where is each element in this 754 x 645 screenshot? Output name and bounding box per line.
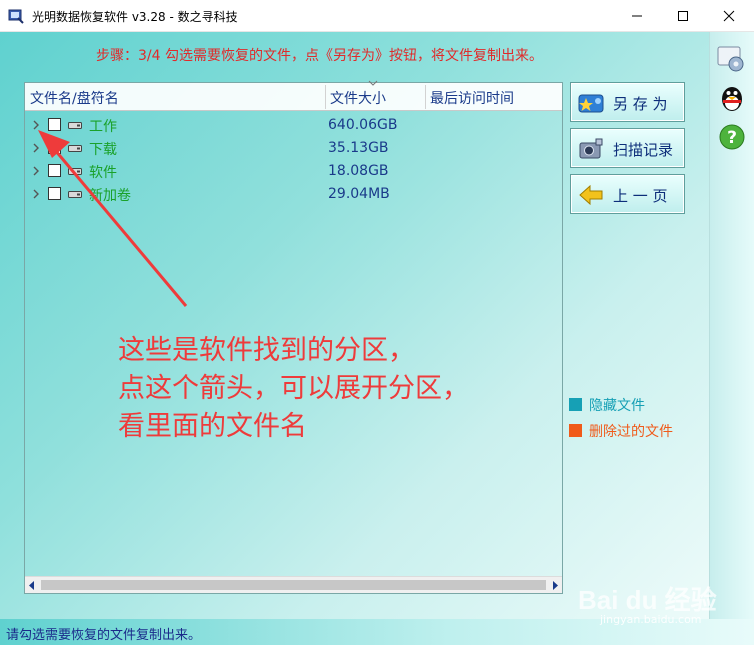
title-bar: 光明数据恢复软件 v3.28 - 数之寻科技 bbox=[0, 0, 754, 32]
drive-icon bbox=[68, 191, 82, 198]
scanner-icon bbox=[579, 138, 603, 159]
help-icon[interactable]: ? bbox=[716, 122, 748, 154]
list-item[interactable]: 软件 18.08GB bbox=[25, 160, 562, 183]
drive-icon bbox=[68, 145, 82, 152]
close-button[interactable] bbox=[706, 0, 752, 32]
scroll-left-icon[interactable] bbox=[28, 581, 36, 590]
partition-name: 新加卷 bbox=[89, 188, 131, 204]
horizontal-scrollbar[interactable] bbox=[25, 576, 562, 593]
scan-log-label: 扫描记录 bbox=[613, 141, 674, 159]
prev-page-label: 上 一 页 bbox=[613, 187, 668, 205]
scrollbar-thumb[interactable] bbox=[41, 580, 546, 590]
settings-icon[interactable] bbox=[716, 44, 748, 76]
column-header-time[interactable]: 最后访问时间 bbox=[430, 88, 514, 108]
drive-icon bbox=[68, 122, 82, 129]
window-title: 光明数据恢复软件 v3.28 - 数之寻科技 bbox=[32, 10, 238, 24]
expand-arrow-icon[interactable] bbox=[31, 188, 41, 200]
column-divider[interactable] bbox=[325, 85, 326, 109]
save-as-icon bbox=[578, 94, 604, 113]
prev-page-button[interactable]: 上 一 页 bbox=[570, 174, 685, 214]
scroll-right-icon[interactable] bbox=[551, 581, 559, 590]
sort-arrow-icon bbox=[368, 80, 378, 86]
legend-deleted: 删除过的文件 bbox=[569, 421, 673, 441]
svg-text:?: ? bbox=[727, 128, 737, 148]
step-instruction: 步骤：3/4 勾选需要恢复的文件，点《另存为》按钮，将文件复制出来。 bbox=[96, 48, 543, 64]
right-toolbar: ? bbox=[709, 32, 754, 645]
status-text: 请勾选需要恢复的文件复制出来。 bbox=[6, 628, 202, 643]
back-arrow-icon bbox=[579, 184, 603, 206]
list-header: 文件名/盘符名 文件大小 最后访问时间 bbox=[25, 80, 562, 111]
annotation-line-1: 这些是软件找到的分区， bbox=[118, 335, 415, 366]
legend-label: 隐藏文件 bbox=[589, 398, 645, 414]
save-as-button[interactable]: 另 存 为 bbox=[570, 82, 685, 122]
app-icon bbox=[8, 9, 24, 24]
minimize-button[interactable] bbox=[614, 0, 660, 32]
partition-size: 18.08GB bbox=[328, 163, 389, 179]
column-divider[interactable] bbox=[425, 85, 426, 109]
close-icon bbox=[723, 10, 735, 22]
item-checkbox[interactable] bbox=[48, 187, 61, 200]
partition-size: 640.06GB bbox=[328, 117, 398, 133]
app-body: 步骤：3/4 勾选需要恢复的文件，点《另存为》按钮，将文件复制出来。 文件名/盘… bbox=[0, 32, 754, 645]
watermark-url: jingyan.baidu.com bbox=[600, 613, 702, 626]
partition-size: 29.04MB bbox=[328, 186, 390, 202]
qq-penguin-icon[interactable] bbox=[716, 82, 748, 114]
column-header-name[interactable]: 文件名/盘符名 bbox=[30, 88, 119, 108]
save-as-label: 另 存 为 bbox=[613, 95, 668, 113]
list-item[interactable]: 下载 35.13GB bbox=[25, 137, 562, 160]
column-header-size[interactable]: 文件大小 bbox=[330, 88, 386, 108]
scan-log-button[interactable]: 扫描记录 bbox=[570, 128, 685, 168]
item-checkbox[interactable] bbox=[48, 118, 61, 131]
item-checkbox[interactable] bbox=[48, 141, 61, 154]
legend-hidden: 隐藏文件 bbox=[569, 395, 645, 415]
legend-swatch bbox=[569, 424, 582, 437]
maximize-icon bbox=[678, 11, 688, 21]
list-item[interactable]: 工作 640.06GB bbox=[25, 114, 562, 137]
legend-swatch bbox=[569, 398, 582, 411]
partition-name: 软件 bbox=[89, 165, 117, 181]
minimize-icon bbox=[632, 15, 642, 17]
legend-label: 删除过的文件 bbox=[589, 424, 673, 440]
expand-arrow-icon[interactable] bbox=[31, 119, 41, 131]
annotation-line-3: 看里面的文件名 bbox=[118, 411, 307, 442]
watermark-logo: Bai du 经验 bbox=[578, 585, 717, 615]
partition-name: 下载 bbox=[89, 142, 117, 158]
drive-icon bbox=[68, 168, 82, 175]
partition-name: 工作 bbox=[89, 119, 117, 135]
partition-size: 35.13GB bbox=[328, 140, 389, 156]
item-checkbox[interactable] bbox=[48, 164, 61, 177]
expand-arrow-icon[interactable] bbox=[31, 142, 41, 154]
expand-arrow-icon[interactable] bbox=[31, 165, 41, 177]
list-item[interactable]: 新加卷 29.04MB bbox=[25, 183, 562, 206]
annotation-line-2: 点这个箭头，可以展开分区， bbox=[118, 373, 469, 404]
maximize-button[interactable] bbox=[660, 0, 706, 32]
